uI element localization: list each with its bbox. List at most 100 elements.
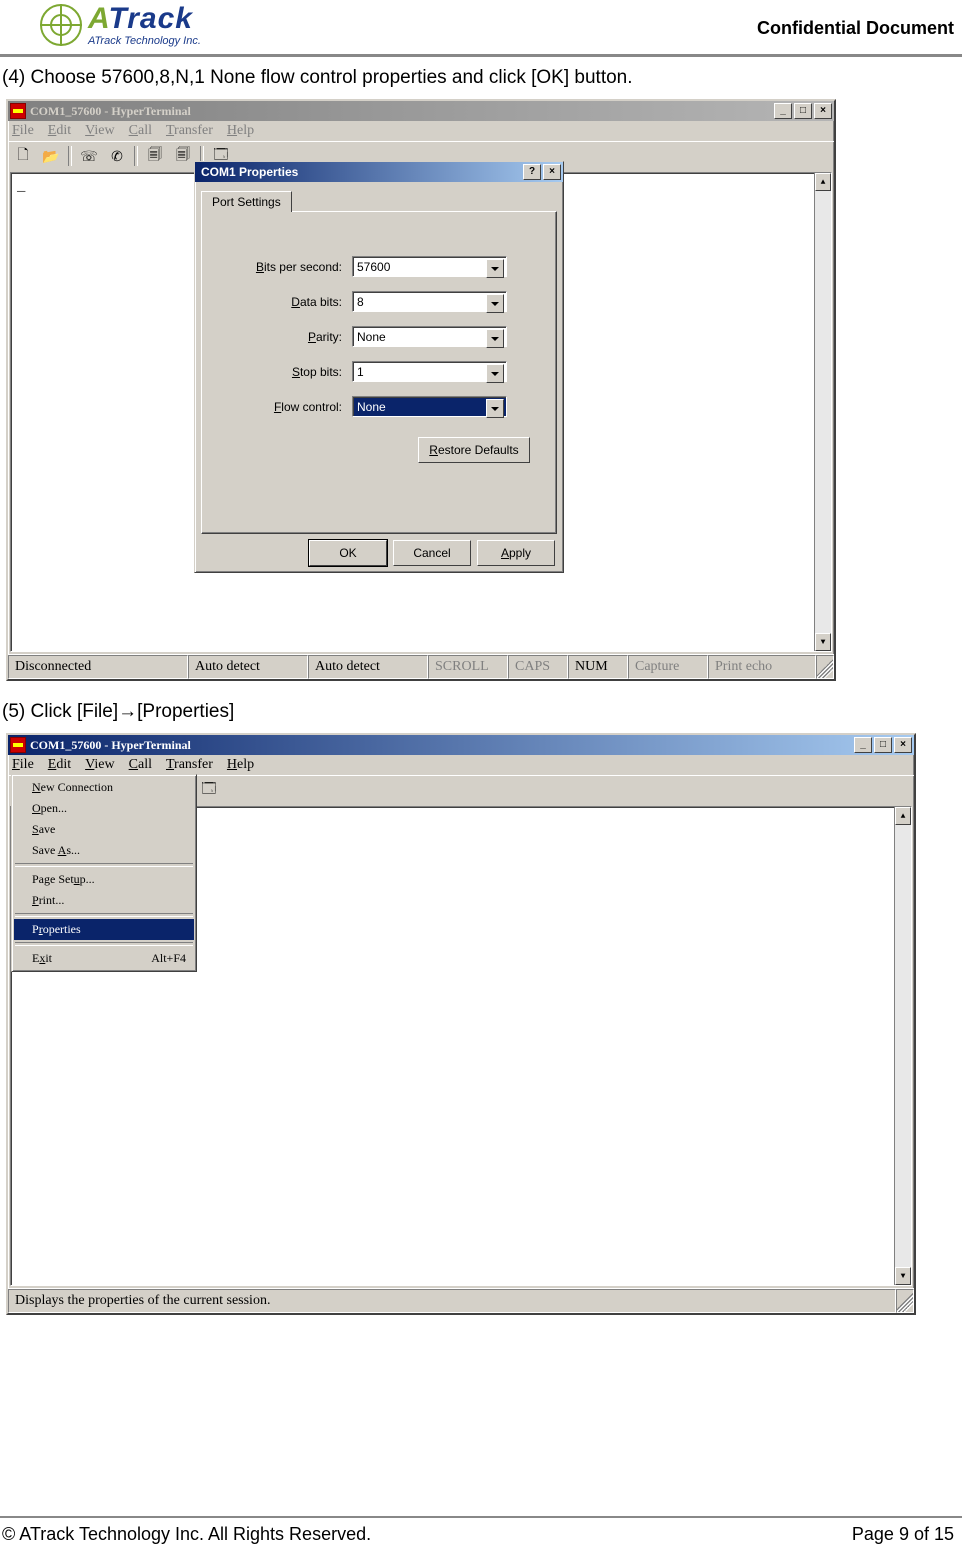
status-bar: Disconnected Auto detect Auto detect SCR… (8, 654, 834, 679)
scroll-up-button[interactable]: ▲ (815, 173, 831, 191)
flow-control-value: None (357, 400, 386, 414)
toolbar-open-icon[interactable]: 📂 (38, 144, 64, 168)
status-caps: CAPS (508, 655, 568, 679)
dialog-title: COM1 Properties (197, 165, 523, 179)
menu-item-exit[interactable]: Exit Alt+F4 (14, 948, 194, 969)
status-connection: Disconnected (8, 655, 188, 679)
dropdown-arrow-icon[interactable] (486, 329, 504, 348)
menu-transfer[interactable]: Transfer (166, 757, 213, 773)
bits-per-second-combo[interactable]: 57600 (352, 256, 507, 277)
stop-bits-label: Stop bits: (222, 365, 352, 379)
menu-help[interactable]: Help (227, 123, 254, 139)
flow-control-combo[interactable]: None (352, 396, 507, 417)
close-button[interactable]: × (814, 103, 832, 119)
menu-transfer[interactable]: Transfer (166, 123, 213, 139)
scroll-up-button[interactable]: ▲ (895, 807, 911, 825)
restore-defaults-button[interactable]: Restore Defaults (418, 437, 530, 463)
close-button[interactable]: × (894, 737, 912, 753)
maximize-button[interactable]: □ (874, 737, 892, 753)
menu-call[interactable]: Call (129, 123, 152, 139)
window-title: COM1_57600 - HyperTerminal (30, 738, 854, 753)
scroll-track[interactable] (895, 825, 911, 1267)
ok-button[interactable]: OK (309, 540, 387, 566)
logo-text-a: A (88, 2, 108, 35)
resize-grip[interactable] (896, 1289, 914, 1313)
vertical-scrollbar[interactable]: ▲ ▼ (894, 807, 911, 1285)
page-header: ATrack ATrack Technology Inc. Confidenti… (0, 0, 962, 54)
toolbar-send-icon[interactable]: 🗐 (142, 144, 168, 168)
scroll-track[interactable] (815, 191, 831, 633)
window-titlebar[interactable]: COM1_57600 - HyperTerminal _ □ × (8, 735, 914, 755)
apply-button[interactable]: Apply (477, 540, 555, 566)
step-4-text: (4) Choose 57600,8,N,1 None flow control… (0, 61, 962, 99)
footer-copyright: © ATrack Technology Inc. All Rights Rese… (2, 1524, 371, 1545)
toolbar-separator (134, 146, 138, 166)
confidential-label: Confidential Document (757, 0, 954, 39)
menu-edit[interactable]: Edit (48, 757, 71, 773)
toolbar-new-icon[interactable]: 🗋 (10, 144, 36, 168)
dialog-titlebar[interactable]: COM1 Properties ? × (195, 162, 563, 182)
menu-view[interactable]: View (85, 123, 115, 139)
step-5-text: (5) Click [File]→[Properties] (0, 681, 962, 733)
minimize-button[interactable]: _ (774, 103, 792, 119)
dialog-close-button[interactable]: × (543, 164, 561, 180)
menu-item-new-connection[interactable]: New Connection (14, 777, 194, 798)
maximize-button[interactable]: □ (794, 103, 812, 119)
menu-help[interactable]: Help (227, 757, 254, 773)
dropdown-arrow-icon[interactable] (486, 364, 504, 383)
header-divider (0, 54, 962, 57)
menu-call[interactable]: Call (129, 757, 152, 773)
status-message: Displays the properties of the current s… (8, 1289, 896, 1313)
scroll-down-button[interactable]: ▼ (895, 1267, 911, 1285)
logo-subtitle: ATrack Technology Inc. (88, 36, 201, 47)
status-bar: Displays the properties of the current s… (8, 1288, 914, 1313)
stop-bits-value: 1 (357, 365, 364, 379)
toolbar-separator (68, 146, 72, 166)
toolbar-disconnect-icon[interactable]: ✆ (104, 144, 130, 168)
resize-grip[interactable] (816, 655, 834, 679)
terminal-cursor: _ (17, 179, 25, 195)
status-autodetect-1: Auto detect (188, 655, 308, 679)
data-bits-combo[interactable]: 8 (352, 291, 507, 312)
data-bits-label: Data bits: (222, 295, 352, 309)
menu-item-open[interactable]: Open... (14, 798, 194, 819)
menu-file[interactable]: File (12, 123, 34, 139)
page-footer: © ATrack Technology Inc. All Rights Rese… (0, 1516, 962, 1545)
menu-bar: File Edit View Call Transfer Help (8, 755, 914, 775)
app-icon (10, 737, 26, 753)
menu-edit[interactable]: Edit (48, 123, 71, 139)
menu-item-save-as[interactable]: Save As... (14, 840, 194, 861)
dropdown-arrow-icon[interactable] (486, 294, 504, 313)
app-icon (10, 103, 26, 119)
help-button[interactable]: ? (523, 164, 541, 180)
file-menu-dropdown: New Connection Open... Save Save As... P… (11, 774, 197, 972)
menu-item-page-setup[interactable]: Page Setup... (14, 869, 194, 890)
port-settings-tab[interactable]: Port Settings (201, 191, 292, 212)
minimize-button[interactable]: _ (854, 737, 872, 753)
scroll-down-button[interactable]: ▼ (815, 633, 831, 651)
logo-text-track: Track (108, 2, 193, 35)
vertical-scrollbar[interactable]: ▲ ▼ (814, 173, 831, 651)
status-scroll: SCROLL (428, 655, 508, 679)
menu-item-save[interactable]: Save (14, 819, 194, 840)
footer-page-number: Page 9 of 15 (852, 1524, 954, 1545)
cancel-button[interactable]: Cancel (393, 540, 471, 566)
logo-target-icon (40, 4, 82, 46)
menu-separator (15, 913, 193, 917)
data-bits-value: 8 (357, 295, 364, 309)
toolbar-receive-icon[interactable]: 🗐 (170, 144, 196, 168)
toolbar-properties-icon[interactable]: 🗔 (196, 778, 222, 802)
window-titlebar[interactable]: COM1_57600 - HyperTerminal _ □ × (8, 101, 834, 121)
window-title: COM1_57600 - HyperTerminal (30, 104, 774, 119)
menu-item-print[interactable]: Print... (14, 890, 194, 911)
dropdown-arrow-icon[interactable] (486, 399, 504, 418)
dropdown-arrow-icon[interactable] (486, 259, 504, 278)
parity-combo[interactable]: None (352, 326, 507, 347)
status-printecho: Print echo (708, 655, 816, 679)
menu-view[interactable]: View (85, 757, 115, 773)
stop-bits-combo[interactable]: 1 (352, 361, 507, 382)
com1-properties-dialog: COM1 Properties ? × Port Settings Bits p… (194, 161, 564, 573)
menu-file[interactable]: File (12, 757, 34, 773)
menu-item-properties[interactable]: Properties (14, 919, 194, 940)
toolbar-connect-icon[interactable]: ☏ (76, 144, 102, 168)
